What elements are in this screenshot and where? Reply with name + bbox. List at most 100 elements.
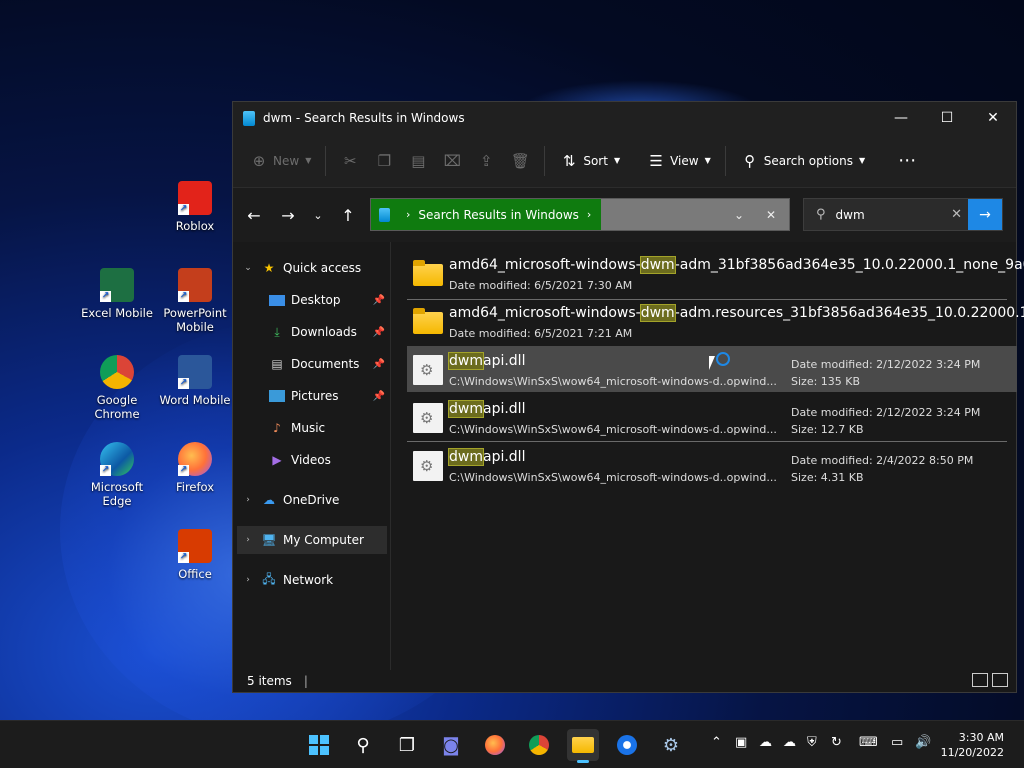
- desktop-icon-label: Excel Mobile: [81, 306, 153, 320]
- share-button[interactable]: ⇪: [476, 151, 496, 171]
- name-suffix: api.dll: [482, 353, 526, 369]
- sort-label: Sort: [583, 153, 608, 168]
- desktop-icon-microsoft-edge[interactable]: ↗ Microsoft Edge: [78, 442, 156, 508]
- close-button[interactable]: ✕: [970, 102, 1016, 134]
- search-button[interactable]: ⚲: [347, 729, 379, 761]
- back-button[interactable]: ←: [237, 200, 271, 230]
- list-item[interactable]: amd64_microsoft-windows-dwm-adm.resource…: [407, 298, 1024, 344]
- desktop-icon-office[interactable]: ↗ Office: [156, 529, 234, 581]
- search-results-folder-icon: [243, 110, 255, 126]
- desktop-icon-word-mobile[interactable]: ↗ Word Mobile: [156, 355, 234, 407]
- search-box[interactable]: ⚲ dwm ✕ →: [803, 198, 1003, 231]
- new-button[interactable]: ⊕ New ▼: [249, 151, 312, 171]
- rename-button[interactable]: ⌧: [442, 151, 462, 171]
- chevron-right-icon[interactable]: ›: [241, 575, 255, 585]
- sidebar-item-music[interactable]: ♪ Music: [269, 414, 387, 442]
- chevron-right-icon[interactable]: ›: [241, 535, 255, 545]
- sidebar-item-network[interactable]: › 🖧 Network: [241, 566, 386, 594]
- keyboard-icon[interactable]: ⌨: [859, 735, 878, 750]
- security-shield-icon[interactable]: ⛨: [807, 735, 817, 750]
- result-name: dwmapi.dll: [448, 352, 526, 370]
- settings-taskbar-button[interactable]: ⚙: [655, 729, 687, 761]
- address-bar[interactable]: › Search Results in Windows › ⌄ ✕: [370, 198, 790, 231]
- desktop-icon-roblox[interactable]: ↗ Roblox: [156, 181, 234, 233]
- sync-icon[interactable]: ↻: [831, 735, 842, 750]
- desktop-icon-label: Google Chrome: [94, 393, 140, 421]
- desktop-icon-google-chrome[interactable]: Google Chrome: [78, 355, 156, 421]
- address-breadcrumb[interactable]: › Search Results in Windows ›: [371, 199, 601, 230]
- address-dropdown-button[interactable]: ⌄: [723, 199, 755, 230]
- search-options-button[interactable]: ⚲ Search options ▼: [740, 151, 865, 171]
- sidebar-item-label: Desktop: [291, 293, 341, 307]
- forward-button[interactable]: →: [271, 200, 305, 230]
- paste-button[interactable]: ▤: [408, 151, 428, 171]
- chrome-taskbar-button[interactable]: [523, 729, 555, 761]
- desktop-icon-firefox[interactable]: ↗ Firefox: [156, 442, 234, 494]
- sidebar-item-label: Videos: [291, 453, 331, 467]
- list-item[interactable]: dwmapi.dll C:\Windows\WinSxS\wow64_micro…: [407, 394, 1017, 440]
- clear-search-icon[interactable]: ✕: [951, 207, 962, 222]
- chevron-right-icon[interactable]: ›: [241, 495, 255, 505]
- sidebar-item-quick-access[interactable]: ⌄ ★ Quick access: [241, 254, 386, 282]
- tiles-view-button[interactable]: [992, 673, 1008, 687]
- sidebar-item-desktop[interactable]: Desktop 📌: [269, 286, 387, 314]
- maximize-button[interactable]: ☐: [924, 102, 970, 134]
- firefox-taskbar-button[interactable]: [479, 729, 511, 761]
- task-view-icon: ❐: [398, 734, 416, 756]
- more-options-button[interactable]: ⋯: [897, 150, 917, 171]
- rename-icon: ⌧: [443, 151, 461, 170]
- tray-cloud-icon[interactable]: ☁: [783, 735, 796, 750]
- chat-icon: ◙: [442, 734, 460, 756]
- desktop-icon-powerpoint-mobile[interactable]: ↗ PowerPoint Mobile: [156, 268, 234, 334]
- desktop-icon-label: Firefox: [175, 480, 215, 494]
- details-view-button[interactable]: [972, 673, 988, 687]
- sidebar-item-my-computer[interactable]: › 🖥 My Computer: [237, 526, 387, 554]
- list-item[interactable]: amd64_microsoft-windows-dwm-adm_31bf3856…: [407, 250, 1024, 296]
- teams-chat-button[interactable]: ◙: [435, 729, 467, 761]
- up-button[interactable]: ↑: [331, 200, 365, 230]
- browser-taskbar-button[interactable]: [611, 729, 643, 761]
- chevron-up-icon[interactable]: ⌃: [711, 735, 722, 750]
- sort-button[interactable]: ⇅ Sort ▼: [559, 151, 620, 171]
- name-prefix: amd64_microsoft-windows-: [449, 257, 641, 273]
- address-clear-button[interactable]: ✕: [755, 199, 787, 230]
- desktop-icon-label: Roblox: [175, 219, 215, 233]
- sidebar-item-pictures[interactable]: Pictures 📌: [269, 382, 387, 410]
- name-suffix: api.dll: [482, 401, 526, 417]
- view-button[interactable]: ☰ View ▼: [646, 151, 710, 171]
- list-item[interactable]: dwmapi.dll C:\Windows\WinSxS\wow64_micro…: [407, 442, 1017, 488]
- chevron-right-icon: ›: [406, 208, 411, 221]
- pin-icon: 📌: [372, 294, 385, 306]
- office-icon: ↗: [178, 529, 212, 563]
- onedrive-cloud-icon[interactable]: ☁: [759, 735, 772, 750]
- start-button[interactable]: [303, 729, 335, 761]
- search-highlight: dwm: [448, 400, 484, 418]
- network-icon: 🖧: [262, 571, 276, 586]
- search-input[interactable]: dwm: [836, 208, 865, 222]
- result-date: Date modified: 2/12/2022 3:24 PM: [791, 358, 981, 371]
- volume-icon[interactable]: 🔊: [915, 735, 931, 750]
- sidebar-item-videos[interactable]: ▶ Videos: [269, 446, 387, 474]
- copy-button[interactable]: ❐: [374, 151, 394, 171]
- sidebar-item-onedrive[interactable]: › ☁ OneDrive: [241, 486, 386, 514]
- desktop-icon-excel-mobile[interactable]: ↗ Excel Mobile: [78, 268, 156, 320]
- sidebar-item-downloads[interactable]: ⤓ Downloads 📌: [269, 318, 387, 346]
- clock-time: 3:30 AM: [958, 731, 1004, 744]
- title-bar[interactable]: dwm - Search Results in Windows — ☐ ✕: [233, 102, 1016, 134]
- file-explorer-taskbar-button[interactable]: [567, 729, 599, 763]
- desktop-icon-label: Word Mobile: [159, 393, 231, 407]
- desktop-icon-label: PowerPoint Mobile: [163, 306, 227, 334]
- chevron-down-icon[interactable]: ⌄: [241, 263, 255, 273]
- cut-button[interactable]: ✂: [340, 151, 360, 171]
- sidebar-item-documents[interactable]: ▤ Documents 📌: [269, 350, 387, 378]
- search-go-button[interactable]: →: [968, 199, 1002, 230]
- recent-locations-button[interactable]: ⌄: [305, 200, 331, 230]
- clock[interactable]: 3:30 AM 11/20/2022: [941, 730, 1004, 760]
- tray-app-icon[interactable]: ▣: [735, 735, 747, 750]
- minimize-button[interactable]: —: [878, 102, 924, 134]
- computer-icon: 🖥: [261, 533, 277, 547]
- display-icon[interactable]: ▭: [891, 735, 903, 750]
- task-view-button[interactable]: ❐: [391, 729, 423, 761]
- delete-button[interactable]: 🗑: [510, 151, 530, 171]
- sidebar-item-label: Documents: [291, 357, 360, 371]
